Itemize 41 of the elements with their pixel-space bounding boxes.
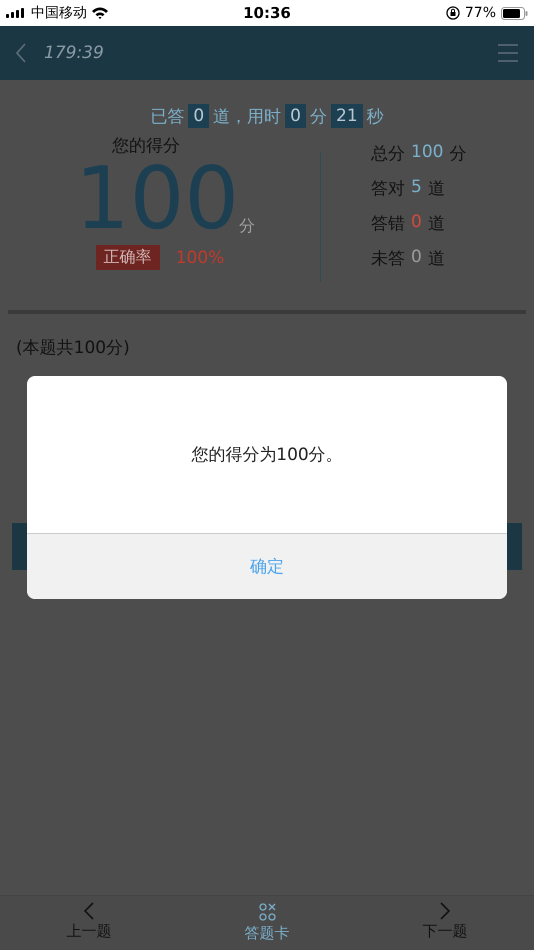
nav-button[interactable]: 上一题 xyxy=(0,896,178,950)
wifi-icon xyxy=(92,7,108,19)
count-badge: 0 xyxy=(188,104,210,128)
stat-unit: 分 xyxy=(449,143,466,165)
nav-button[interactable]: 答题卡 xyxy=(178,896,356,950)
timer-text: 179:39 xyxy=(44,43,104,63)
battery-icon xyxy=(501,6,528,20)
stat-unit: 道 xyxy=(428,248,445,270)
count-badge: 21 xyxy=(331,104,363,128)
stat-value: 0 xyxy=(411,247,422,269)
menu-icon xyxy=(498,44,518,62)
question-score-note: (本题共100分) xyxy=(16,337,131,359)
battery-percent: 77% xyxy=(464,5,496,21)
confirm-button[interactable]: 确定 xyxy=(27,534,507,599)
progress-text: 道，用时 xyxy=(213,106,282,128)
rotation-lock-icon xyxy=(446,6,460,20)
accuracy-label: 正确率 xyxy=(96,245,160,270)
stat-unit: 道 xyxy=(428,178,445,200)
stat-value: 5 xyxy=(411,177,422,199)
score-unit: 分 xyxy=(239,216,256,237)
nav-button[interactable]: 下一题 xyxy=(356,896,534,950)
clock-time: 10:36 xyxy=(243,4,291,22)
signal-icon xyxy=(6,8,26,18)
progress-text: 分 xyxy=(310,106,327,128)
stat-unit: 道 xyxy=(428,213,445,235)
progress-text: 秒 xyxy=(366,106,384,128)
stat-label: 答错 xyxy=(371,213,405,235)
progress-text: 已答 xyxy=(150,106,184,128)
stat-value: 100 xyxy=(411,142,444,164)
stat-label: 答对 xyxy=(371,178,405,200)
accuracy-value: 100% xyxy=(176,248,224,268)
stat-label: 总分 xyxy=(371,143,405,165)
stat-label: 未答 xyxy=(371,248,405,270)
score-label: 您的得分 xyxy=(112,135,180,157)
chevron-left-icon xyxy=(16,43,26,63)
chevron-left-icon xyxy=(84,902,94,920)
stat-value: 0 xyxy=(411,212,422,234)
chevron-right-icon xyxy=(440,902,450,920)
circles-cross-icon xyxy=(257,902,277,922)
count-badge: 0 xyxy=(285,104,306,128)
carrier-name: 中国移动 xyxy=(31,4,87,22)
